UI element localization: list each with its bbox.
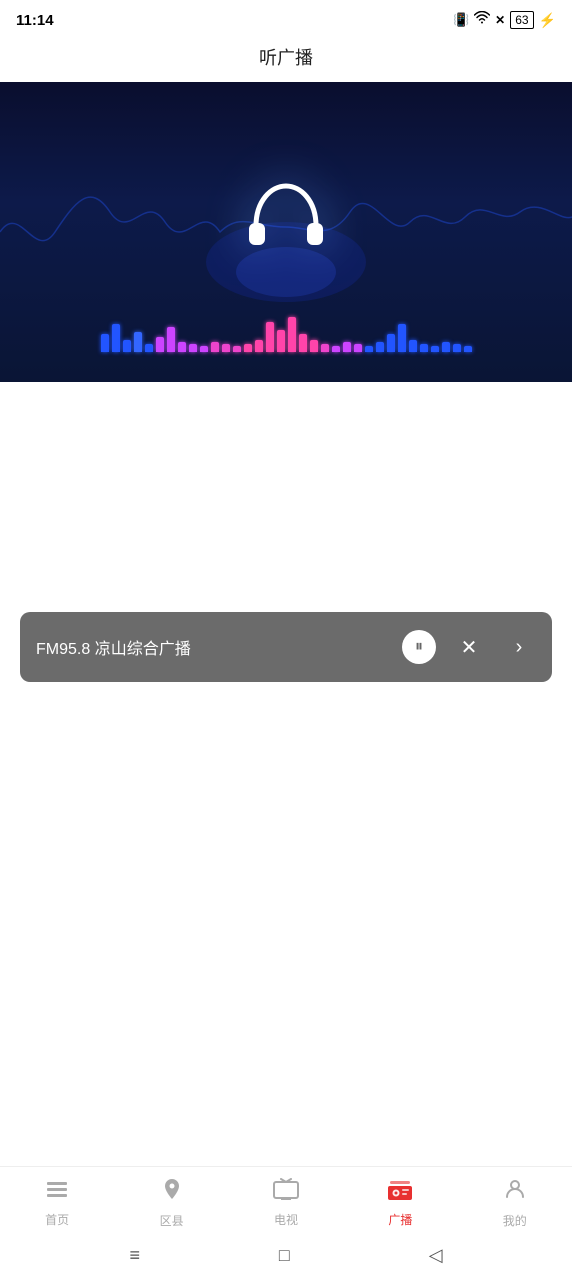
nav-items: 首页 区县 电视	[0, 1167, 572, 1235]
bottom-nav: 首页 区县 电视	[0, 1166, 572, 1280]
status-icons: 📳 ✕ 63 ⚡	[453, 11, 556, 29]
eq-bar	[145, 344, 153, 352]
eq-bar	[189, 344, 197, 352]
page-title: 听广播	[259, 48, 313, 68]
mine-label: 我的	[503, 1212, 527, 1229]
now-playing-label: FM95.8 凉山综合广播	[36, 635, 402, 659]
nav-item-home[interactable]: 首页	[17, 1178, 97, 1228]
eq-bar	[387, 334, 395, 352]
back-icon: ›	[516, 636, 523, 659]
equalizer-bars	[76, 317, 496, 352]
system-nav: ≡ □ ◁	[0, 1235, 572, 1280]
now-playing-bar: FM95.8 凉山综合广播 ⏸ ✕ ›	[20, 612, 552, 682]
nav-item-mine[interactable]: 我的	[475, 1177, 555, 1229]
tv-label: 电视	[274, 1211, 298, 1228]
nav-item-district[interactable]: 区县	[132, 1177, 212, 1229]
eq-bar	[112, 324, 120, 352]
eq-bar	[222, 344, 230, 352]
page-header: 听广播	[0, 36, 572, 82]
eq-bar	[420, 344, 428, 352]
radio-label: 广播	[388, 1211, 412, 1228]
banner	[0, 82, 572, 382]
eq-bar	[343, 342, 351, 352]
eq-bar	[365, 346, 373, 352]
eq-bar	[332, 346, 340, 352]
eq-bar	[321, 344, 329, 352]
eq-bar	[464, 346, 472, 352]
radio-icon	[386, 1178, 414, 1207]
eq-bar	[431, 346, 439, 352]
eq-bar	[376, 342, 384, 352]
eq-bar	[442, 342, 450, 352]
eq-bar	[288, 317, 296, 352]
eq-bar	[167, 327, 175, 352]
close-button[interactable]: ✕	[452, 630, 486, 664]
close-icon: ✕	[461, 635, 478, 660]
eq-bar	[398, 324, 406, 352]
eq-bar	[134, 332, 142, 352]
playback-controls[interactable]: ⏸ ✕ ›	[402, 630, 536, 664]
home-icon	[45, 1178, 69, 1207]
back-button[interactable]: ›	[502, 630, 536, 664]
vibrate-icon: 📳	[453, 12, 469, 28]
eq-bar	[310, 340, 318, 352]
status-time: 11:14	[16, 12, 54, 29]
wifi-icon	[474, 11, 490, 29]
eq-bar	[453, 344, 461, 352]
eq-bar	[123, 340, 131, 352]
sys-back-button[interactable]: ◁	[429, 1245, 443, 1266]
eq-bar	[211, 342, 219, 352]
battery-indicator: 63	[510, 11, 533, 29]
x-icon: ✕	[495, 13, 505, 27]
district-icon	[160, 1177, 184, 1208]
eq-bar	[277, 330, 285, 352]
district-label: 区县	[160, 1212, 184, 1229]
nav-item-tv[interactable]: 电视	[246, 1178, 326, 1228]
eq-bar	[200, 346, 208, 352]
eq-bar	[409, 340, 417, 352]
eq-bar	[255, 340, 263, 352]
eq-bar	[178, 342, 186, 352]
mine-icon	[503, 1177, 527, 1208]
eq-bar	[244, 344, 252, 352]
eq-bar	[354, 344, 362, 352]
eq-bar	[233, 346, 241, 352]
charging-icon: ⚡	[539, 12, 556, 29]
headphones-icon	[241, 181, 331, 266]
pause-button[interactable]: ⏸	[402, 630, 436, 664]
eq-bar	[101, 334, 109, 352]
eq-bar	[266, 322, 274, 352]
pause-icon: ⏸	[415, 638, 423, 656]
eq-bar	[156, 337, 164, 352]
home-label: 首页	[45, 1211, 69, 1228]
sys-home-button[interactable]: □	[279, 1245, 290, 1266]
sys-menu-button[interactable]: ≡	[129, 1245, 140, 1266]
tv-icon	[273, 1178, 299, 1207]
eq-bar	[299, 334, 307, 352]
nav-item-radio[interactable]: 广播	[360, 1178, 440, 1228]
status-bar: 11:14 📳 ✕ 63 ⚡	[0, 0, 572, 36]
